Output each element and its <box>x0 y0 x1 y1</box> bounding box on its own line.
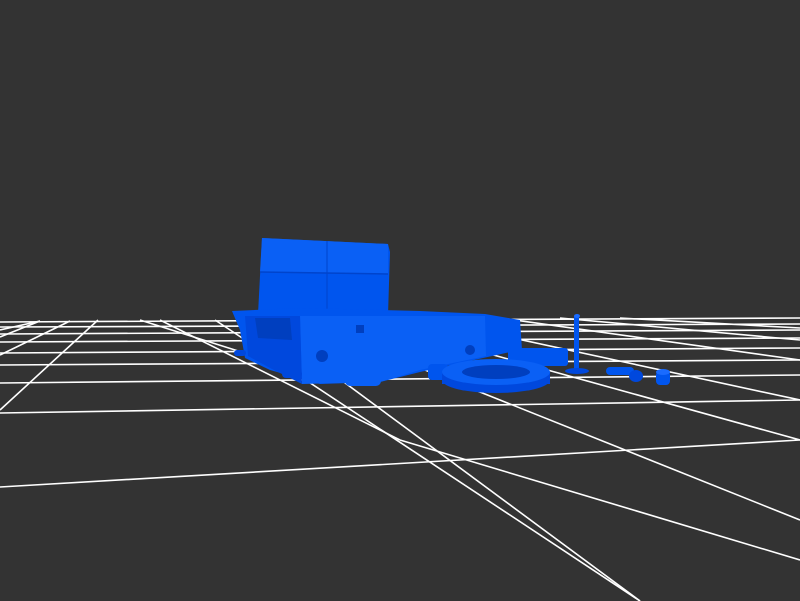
small-cap[interactable] <box>656 369 670 385</box>
scene-canvas[interactable] <box>0 0 800 601</box>
ring-part[interactable] <box>442 359 550 393</box>
back-panel[interactable] <box>258 238 390 315</box>
background <box>0 0 800 601</box>
3d-viewport[interactable] <box>0 0 800 601</box>
